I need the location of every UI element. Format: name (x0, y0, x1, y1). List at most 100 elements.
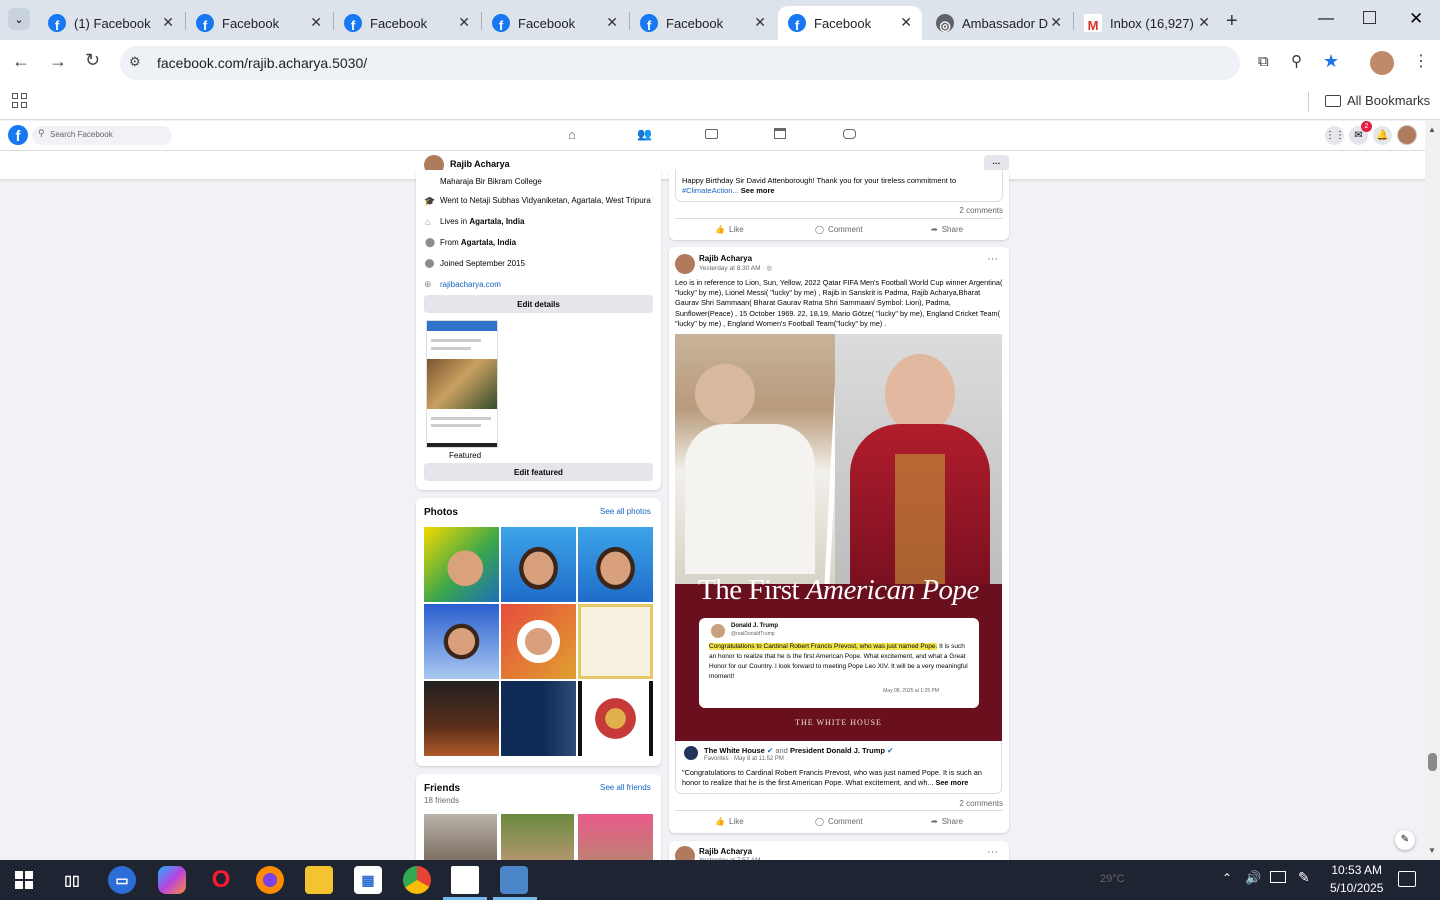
new-tab-icon[interactable]: + (1226, 10, 1238, 33)
comments-count[interactable]: 2 comments (959, 206, 1003, 215)
tab-search-icon[interactable]: ⌄ (8, 8, 30, 30)
address-bar[interactable]: ⚙ facebook.com/rajib.acharya.5030/ ⧉ ⚲ ★ (120, 46, 1339, 80)
task-view-icon[interactable]: ▯▯ (58, 866, 86, 894)
photo-thumbnail[interactable] (501, 604, 576, 679)
opera-icon[interactable]: O (207, 866, 235, 894)
all-bookmarks-button[interactable]: All Bookmarks (1325, 93, 1430, 108)
tab-facebook-active[interactable]: f Facebook ✕ (778, 6, 922, 40)
post-author[interactable]: Rajib Acharya (699, 254, 752, 263)
intro-item-website[interactable]: rajibacharya.com (440, 280, 501, 289)
menu-icon[interactable]: ⋮ (1413, 51, 1429, 71)
post-time[interactable]: Yesterday at 8:30 AM · ◎ (699, 264, 772, 272)
notepad-icon[interactable] (451, 866, 479, 894)
network-icon[interactable] (1270, 871, 1286, 883)
notifications-icon[interactable]: 🔔 (1373, 126, 1392, 145)
pen-icon[interactable]: ✎ (1298, 869, 1310, 886)
close-icon[interactable]: ✕ (900, 14, 912, 31)
page-scrollbar[interactable]: ▲ ▼ (1425, 121, 1440, 860)
file-explorer-icon[interactable] (305, 866, 333, 894)
close-icon[interactable]: ✕ (1050, 14, 1062, 31)
photo-thumbnail[interactable] (424, 681, 499, 756)
see-all-friends-link[interactable]: See all friends (600, 783, 651, 792)
bookmark-star-icon[interactable]: ★ (1323, 51, 1339, 72)
maximize-icon[interactable] (1363, 11, 1376, 24)
comments-count[interactable]: 2 comments (959, 799, 1003, 808)
close-icon[interactable]: ✕ (606, 14, 618, 31)
like-button[interactable]: 👍 Like (715, 225, 744, 234)
photo-thumbnail[interactable] (424, 604, 499, 679)
copilot-icon[interactable] (158, 866, 186, 894)
store-icon[interactable]: ▦ (354, 866, 382, 894)
tab-facebook-1[interactable]: f (1) Facebook ✕ (38, 6, 184, 40)
see-all-photos-link[interactable]: See all photos (600, 507, 651, 516)
video-nav-icon[interactable] (705, 129, 718, 139)
photos-title: Photos (424, 507, 458, 518)
clock[interactable]: 10:53 AM 5/10/2025 (1330, 863, 1383, 895)
friends-nav-icon[interactable]: 👥 (637, 127, 652, 141)
post-author[interactable]: Rajib Acharya (699, 847, 752, 856)
window-close-icon[interactable]: ✕ (1409, 9, 1423, 29)
photo-thumbnail[interactable] (501, 527, 576, 602)
intro-item-college: Maharaja Bir Bikram College (440, 177, 542, 186)
new-message-icon[interactable]: ✎ (1395, 830, 1415, 850)
notification-center-icon[interactable] (1398, 871, 1416, 887)
scrollbar-thumb[interactable] (1428, 753, 1437, 771)
chevron-up-icon[interactable]: ⌃ (1222, 871, 1232, 885)
scroll-up-icon[interactable]: ▲ (1428, 125, 1436, 134)
photo-thumbnail[interactable] (424, 527, 499, 602)
post-options-icon[interactable]: ··· (987, 253, 998, 265)
author-avatar[interactable] (675, 254, 695, 274)
intro-card: Maharaja Bir Bikram College 🎓 Went to Ne… (416, 170, 661, 490)
profile-avatar[interactable] (1370, 51, 1394, 75)
firefox-icon[interactable] (256, 866, 284, 894)
shared-from[interactable]: The White House ✔ and President Donald J… (704, 746, 893, 755)
weather-widget[interactable]: 29°C (1100, 873, 1125, 885)
apps-icon[interactable] (12, 93, 27, 108)
scroll-down-icon[interactable]: ▼ (1428, 846, 1436, 855)
tab-gmail[interactable]: M Inbox (16,927) ✕ (1074, 6, 1220, 40)
marketplace-nav-icon[interactable] (774, 128, 786, 139)
install-app-icon[interactable]: ⧉ (1258, 53, 1269, 70)
comment-button[interactable]: ◯ Comment (815, 225, 863, 234)
tab-facebook-4[interactable]: f Facebook ✕ (482, 6, 628, 40)
share-button[interactable]: ➦ Share (931, 817, 963, 826)
photo-thumbnail[interactable] (578, 681, 653, 756)
site-info-icon[interactable]: ⚙ (129, 54, 141, 70)
chrome-icon[interactable] (403, 866, 431, 894)
like-button[interactable]: 👍 Like (715, 817, 744, 826)
close-icon[interactable]: ✕ (162, 14, 174, 31)
zoom-app-icon[interactable]: ▭ (108, 866, 136, 894)
photo-thumbnail[interactable] (578, 604, 653, 679)
home-nav-icon[interactable]: ⌂ (568, 127, 576, 142)
post-image[interactable]: The First American Pope Donald J. Trump … (675, 334, 1002, 741)
search-input[interactable]: ⚲ Search Facebook (32, 126, 172, 145)
minimize-icon[interactable]: — (1318, 10, 1334, 28)
photo-thumbnail[interactable] (501, 681, 576, 756)
edit-details-button[interactable]: Edit details (424, 295, 653, 313)
start-icon[interactable] (10, 866, 38, 894)
forward-icon[interactable]: → (49, 51, 67, 72)
comment-button[interactable]: ◯ Comment (815, 817, 863, 826)
menu-grid-icon[interactable]: ⋮⋮ (1325, 126, 1345, 145)
photo-thumbnail[interactable] (578, 527, 653, 602)
post-options-icon[interactable]: ··· (987, 846, 998, 858)
back-icon[interactable]: ← (12, 51, 30, 72)
close-icon[interactable]: ✕ (458, 14, 470, 31)
share-button[interactable]: ➦ Share (931, 225, 963, 234)
tab-facebook-3[interactable]: f Facebook ✕ (334, 6, 480, 40)
volume-icon[interactable]: 🔊 (1245, 870, 1261, 886)
gaming-nav-icon[interactable] (843, 129, 856, 139)
account-avatar[interactable] (1397, 125, 1417, 145)
reload-icon[interactable]: ↻ (85, 50, 100, 71)
tab-ambassador[interactable]: ◎ Ambassador D ✕ (926, 6, 1072, 40)
photos-app-icon[interactable] (500, 866, 528, 894)
tab-facebook-5[interactable]: f Facebook ✕ (630, 6, 776, 40)
close-icon[interactable]: ✕ (754, 14, 766, 31)
facebook-logo-icon[interactable]: f (8, 125, 28, 145)
tab-facebook-2[interactable]: f Facebook ✕ (186, 6, 332, 40)
close-icon[interactable]: ✕ (310, 14, 322, 31)
zoom-icon[interactable]: ⚲ (1291, 52, 1302, 70)
close-icon[interactable]: ✕ (1198, 14, 1210, 31)
featured-thumbnail[interactable] (426, 320, 498, 448)
edit-featured-button[interactable]: Edit featured (424, 463, 653, 481)
